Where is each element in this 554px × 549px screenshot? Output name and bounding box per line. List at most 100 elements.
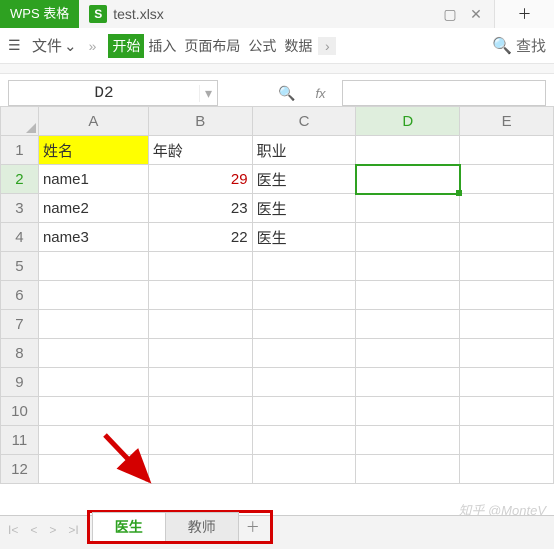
- select-all-corner[interactable]: [1, 107, 39, 136]
- cell[interactable]: [356, 165, 460, 194]
- ribbon-tab-start[interactable]: 开始: [108, 34, 144, 58]
- cell[interactable]: [460, 397, 554, 426]
- cell[interactable]: 23: [148, 194, 252, 223]
- row-header[interactable]: 7: [1, 310, 39, 339]
- row-header[interactable]: 12: [1, 455, 39, 484]
- zoom-icon[interactable]: 🔍: [278, 85, 295, 102]
- sheet-nav-last[interactable]: >I: [68, 523, 78, 537]
- cell[interactable]: [460, 281, 554, 310]
- cell[interactable]: [38, 426, 148, 455]
- cell[interactable]: [356, 455, 460, 484]
- col-header-E[interactable]: E: [460, 107, 554, 136]
- cell[interactable]: 22: [148, 223, 252, 252]
- cell[interactable]: name3: [38, 223, 148, 252]
- close-tab-icon[interactable]: ✕: [464, 4, 488, 24]
- row-header[interactable]: 4: [1, 223, 39, 252]
- cell[interactable]: [38, 368, 148, 397]
- col-header-D[interactable]: D: [356, 107, 460, 136]
- col-header-A[interactable]: A: [38, 107, 148, 136]
- sheet-nav-first[interactable]: I<: [8, 523, 18, 537]
- cell[interactable]: [148, 455, 252, 484]
- cell[interactable]: [460, 368, 554, 397]
- cell[interactable]: [356, 252, 460, 281]
- name-box-dropdown-icon[interactable]: ▾: [199, 85, 217, 102]
- cell[interactable]: [252, 310, 356, 339]
- cell[interactable]: [460, 455, 554, 484]
- cell[interactable]: [148, 339, 252, 368]
- cell[interactable]: [148, 368, 252, 397]
- col-header-C[interactable]: C: [252, 107, 356, 136]
- row-header[interactable]: 1: [1, 136, 39, 165]
- file-menu[interactable]: 文件 ⌄: [32, 35, 77, 56]
- cell[interactable]: [252, 368, 356, 397]
- cell[interactable]: [148, 252, 252, 281]
- cell[interactable]: [356, 223, 460, 252]
- cell[interactable]: [148, 281, 252, 310]
- cell[interactable]: [356, 136, 460, 165]
- row-header[interactable]: 11: [1, 426, 39, 455]
- add-sheet-button[interactable]: ＋: [238, 513, 268, 541]
- cell[interactable]: [356, 426, 460, 455]
- cell[interactable]: [356, 368, 460, 397]
- cell[interactable]: 29: [148, 165, 252, 194]
- file-tab-name[interactable]: test.xlsx: [113, 6, 164, 22]
- cell[interactable]: 医生: [252, 165, 356, 194]
- ribbon-tab-data[interactable]: 数据: [280, 34, 316, 58]
- cell[interactable]: [252, 455, 356, 484]
- spreadsheet-grid[interactable]: ABCDE 1姓名年龄职业 2name129医生 3name223医生 4name32…: [0, 106, 554, 484]
- cell[interactable]: [38, 397, 148, 426]
- sheet-nav-next[interactable]: >: [49, 523, 56, 537]
- cell[interactable]: [460, 223, 554, 252]
- row-header[interactable]: 8: [1, 339, 39, 368]
- cell[interactable]: [252, 281, 356, 310]
- cell[interactable]: [148, 426, 252, 455]
- cell[interactable]: [38, 455, 148, 484]
- row-header[interactable]: 9: [1, 368, 39, 397]
- cell[interactable]: [38, 310, 148, 339]
- sheet-tab-other[interactable]: 教师: [165, 512, 239, 541]
- ribbon-overflow-icon[interactable]: ›: [318, 37, 336, 55]
- more-commands-icon[interactable]: »: [83, 38, 103, 54]
- cell[interactable]: 医生: [252, 223, 356, 252]
- cell[interactable]: name1: [38, 165, 148, 194]
- cell[interactable]: [356, 397, 460, 426]
- cell[interactable]: [460, 194, 554, 223]
- row-header[interactable]: 6: [1, 281, 39, 310]
- new-tab-button[interactable]: ＋: [494, 0, 554, 28]
- row-header[interactable]: 3: [1, 194, 39, 223]
- formula-input[interactable]: [342, 80, 546, 106]
- row-header[interactable]: 10: [1, 397, 39, 426]
- cell[interactable]: [356, 281, 460, 310]
- cell[interactable]: 姓名: [38, 136, 148, 165]
- cell[interactable]: 年龄: [148, 136, 252, 165]
- ribbon-tab-insert[interactable]: 插入: [144, 34, 180, 58]
- cell[interactable]: [356, 339, 460, 368]
- cell[interactable]: 医生: [252, 194, 356, 223]
- row-header[interactable]: 5: [1, 252, 39, 281]
- cell[interactable]: [252, 426, 356, 455]
- cell[interactable]: [356, 310, 460, 339]
- cell[interactable]: [460, 165, 554, 194]
- cell[interactable]: [460, 426, 554, 455]
- search-button[interactable]: 🔍 查找: [492, 35, 546, 56]
- col-header-B[interactable]: B: [148, 107, 252, 136]
- cell[interactable]: [148, 310, 252, 339]
- cell[interactable]: [252, 339, 356, 368]
- cell[interactable]: [460, 339, 554, 368]
- name-box[interactable]: D2 ▾: [8, 80, 218, 106]
- sheet-tab-active[interactable]: 医生: [92, 512, 166, 541]
- cell[interactable]: name2: [38, 194, 148, 223]
- cell[interactable]: [356, 194, 460, 223]
- cell[interactable]: [252, 397, 356, 426]
- fx-label[interactable]: fx: [315, 86, 325, 101]
- cell[interactable]: [460, 310, 554, 339]
- sheet-nav-prev[interactable]: <: [30, 523, 37, 537]
- row-header[interactable]: 2: [1, 165, 39, 194]
- cell[interactable]: 职业: [252, 136, 356, 165]
- hamburger-icon[interactable]: ☰: [8, 37, 26, 54]
- cell[interactable]: [460, 252, 554, 281]
- minimize-icon[interactable]: ▢: [438, 4, 462, 24]
- ribbon-tab-page-layout[interactable]: 页面布局: [180, 34, 244, 58]
- cell[interactable]: [460, 136, 554, 165]
- cell[interactable]: [148, 397, 252, 426]
